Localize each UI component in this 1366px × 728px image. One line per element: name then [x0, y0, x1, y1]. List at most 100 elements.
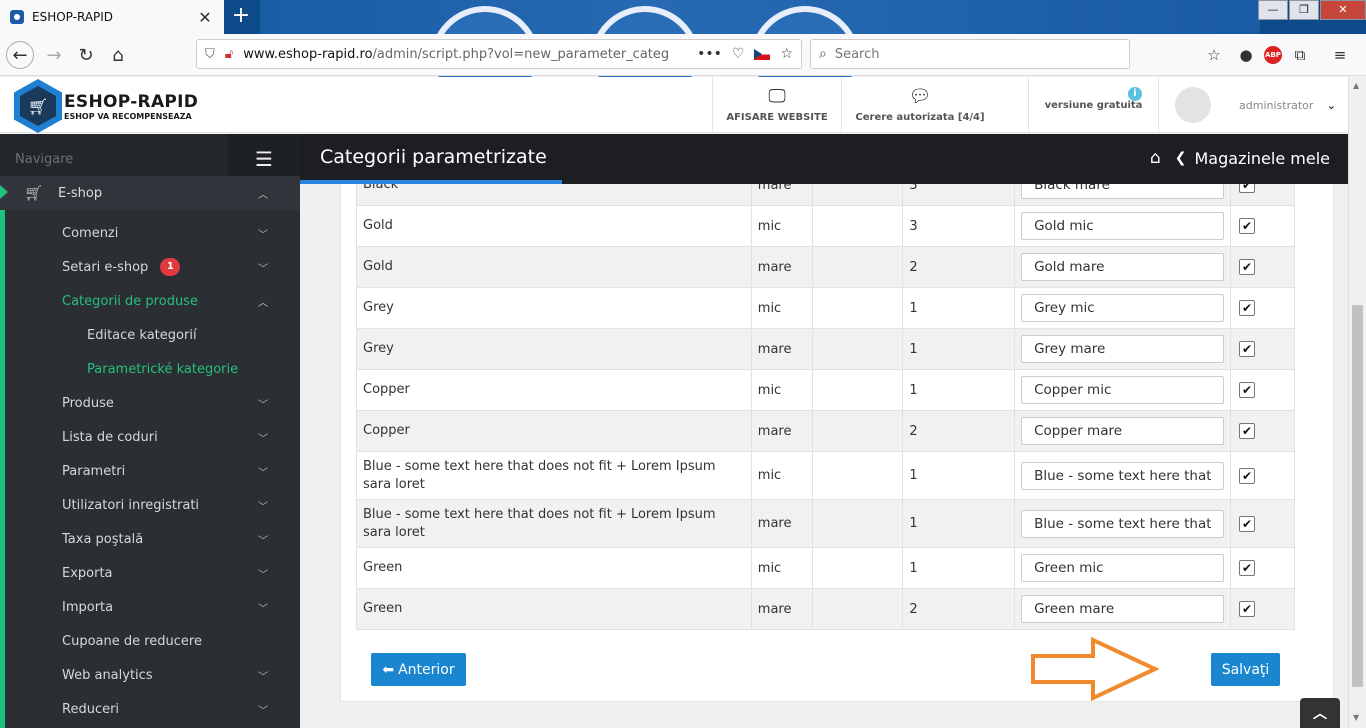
- forward-button[interactable]: →: [40, 41, 68, 69]
- sidebar-item[interactable]: Categorii de produse ︿: [0, 284, 300, 318]
- sidebar-item[interactable]: Editace kategorií: [0, 318, 300, 352]
- parameter-value-input[interactable]: [1021, 595, 1225, 623]
- url-bar[interactable]: ⛉ 🔓︎ www.eshop-rapid.ro/admin/script.php…: [196, 39, 802, 69]
- tab-title: ESHOP-RAPID: [32, 10, 114, 24]
- quantity-cell: 1: [902, 451, 1016, 500]
- sidebar-item[interactable]: Produse ﹀: [0, 386, 300, 420]
- enabled-checkbox[interactable]: ✔: [1239, 423, 1256, 439]
- sidebar-item[interactable]: Cupoane de reducere: [0, 624, 300, 658]
- home-icon[interactable]: ⌂: [1150, 148, 1161, 168]
- maximize-button[interactable]: ❐: [1289, 0, 1319, 20]
- reload-button[interactable]: ↻: [72, 41, 100, 69]
- parameter-value-input[interactable]: [1021, 417, 1225, 445]
- scrollbar-thumb[interactable]: [1352, 305, 1363, 687]
- sidebar-item[interactable]: Comenzi ﹀: [0, 216, 300, 250]
- close-tab-icon[interactable]: ✕: [196, 8, 214, 27]
- checkbox-cell: ✔: [1230, 451, 1295, 500]
- previous-button[interactable]: ⬅ Anterior: [371, 653, 466, 686]
- empty-cell: [811, 287, 904, 329]
- checkbox-cell: ✔: [1230, 588, 1295, 630]
- adblock-icon[interactable]: ABP: [1264, 46, 1282, 64]
- version-status[interactable]: i versiune gratuita: [1028, 77, 1158, 133]
- empty-cell: [811, 328, 904, 370]
- parameter-value-input[interactable]: [1021, 335, 1225, 363]
- enabled-checkbox[interactable]: ✔: [1239, 218, 1256, 234]
- reading-list-icon[interactable]: ☆: [1200, 41, 1228, 69]
- cart-icon: 🛒︎: [24, 184, 44, 202]
- parameter-value-input[interactable]: [1021, 212, 1225, 240]
- bookmark-star-icon[interactable]: ☆: [780, 46, 793, 62]
- sidebar-item[interactable]: Web analytics ﹀: [0, 658, 300, 692]
- page-scrollbar[interactable]: ▲ ▼: [1348, 77, 1366, 728]
- empty-cell: [811, 451, 904, 500]
- search-bar[interactable]: ⌕: [810, 39, 1130, 69]
- empty-cell: [811, 588, 904, 630]
- checkbox-cell: ✔: [1230, 547, 1295, 589]
- enabled-checkbox[interactable]: ✔: [1239, 341, 1256, 357]
- shield-icon[interactable]: ⛉: [205, 47, 215, 62]
- sidebar-pointer: [0, 185, 8, 199]
- page-actions-button[interactable]: •••: [697, 46, 722, 62]
- enabled-checkbox[interactable]: ✔: [1239, 601, 1256, 617]
- scroll-to-top-button[interactable]: ︿: [1300, 698, 1340, 728]
- parameter-value-input[interactable]: [1021, 184, 1225, 199]
- sidebar-item[interactable]: Parametri ﹀: [0, 454, 300, 488]
- eshop-logo[interactable]: 🛒︎ ESHOP-RAPID ESHOP VA RECOMPENSEAZA: [14, 79, 198, 133]
- sidebar-item[interactable]: Exporta ﹀: [0, 556, 300, 590]
- color-name-cell: Gold: [356, 246, 752, 288]
- sidebar-item[interactable]: Setari e-shop 1 ﹀: [0, 250, 300, 284]
- user-menu[interactable]: administrator ⌄: [1158, 77, 1366, 133]
- browser-tab[interactable]: ESHOP-RAPID ✕: [0, 0, 224, 34]
- menu-icon[interactable]: ≡: [1326, 41, 1354, 69]
- enabled-checkbox[interactable]: ✔: [1239, 467, 1256, 484]
- checkbox-cell: ✔: [1230, 287, 1295, 329]
- sidebar-item[interactable]: Parametrické kategorie: [0, 352, 300, 386]
- minimize-button[interactable]: —: [1258, 0, 1288, 20]
- logo-name: ESHOP-RAPID: [64, 91, 199, 112]
- parameter-value-input[interactable]: [1021, 461, 1225, 490]
- site-header: 🛒︎ ESHOP-RAPID ESHOP VA RECOMPENSEAZA 🖵︎…: [0, 77, 1366, 133]
- info-icon[interactable]: i: [1128, 87, 1142, 101]
- home-button[interactable]: ⌂: [104, 41, 132, 69]
- parameter-value-input[interactable]: [1021, 294, 1225, 322]
- sidebar-item-eshop[interactable]: 🛒︎ E-shop ︿: [0, 176, 300, 210]
- value-input-cell: [1014, 328, 1232, 370]
- account-icon[interactable]: ●: [1232, 41, 1260, 69]
- search-input[interactable]: [834, 46, 1121, 62]
- extension-icon[interactable]: ⧉: [1286, 41, 1314, 69]
- color-name-cell: Blue - some text here that does not fit …: [356, 499, 752, 548]
- back-button[interactable]: ←: [6, 41, 34, 69]
- parameter-value-input[interactable]: [1021, 554, 1225, 582]
- parameter-value-input[interactable]: [1021, 509, 1225, 538]
- new-tab-button[interactable]: +: [228, 4, 254, 30]
- enabled-checkbox[interactable]: ✔: [1239, 515, 1256, 532]
- sidebar-item[interactable]: Reduceri ﹀: [0, 692, 300, 726]
- view-website-button[interactable]: 🖵︎ AFISARE WEBSITE: [712, 77, 841, 133]
- parameter-value-input[interactable]: [1021, 253, 1225, 281]
- url-text[interactable]: www.eshop-rapid.ro/admin/script.php?vol=…: [243, 47, 687, 62]
- enabled-checkbox[interactable]: ✔: [1239, 560, 1256, 576]
- table-row: Greenmare 2 ✔: [356, 588, 1295, 630]
- chevron-down-icon: ﹀: [258, 705, 268, 717]
- empty-cell: [811, 369, 904, 411]
- enabled-checkbox[interactable]: ✔: [1239, 259, 1256, 275]
- sidebar-item[interactable]: Utilizatori inregistrati ﹀: [0, 488, 300, 522]
- breadcrumb-my-shops[interactable]: Magazinele mele: [1195, 149, 1331, 168]
- chevron-down-icon[interactable]: ⌄: [1327, 99, 1336, 112]
- czech-flag-icon[interactable]: [754, 48, 771, 60]
- pocket-icon[interactable]: ♡: [732, 46, 745, 62]
- authorization-requests-button[interactable]: 💬︎ Cerere autorizata [4/4]: [841, 77, 998, 133]
- enabled-checkbox[interactable]: ✔: [1239, 184, 1256, 193]
- breadcrumb: ⌂ ❮ Magazinele mele: [1150, 148, 1330, 168]
- save-button[interactable]: Salvaţi: [1211, 653, 1280, 686]
- enabled-checkbox[interactable]: ✔: [1239, 300, 1256, 316]
- chevron-left-icon[interactable]: ❮: [1175, 150, 1187, 166]
- sidebar-item[interactable]: Lista de coduri ﹀: [0, 420, 300, 454]
- avatar[interactable]: [1175, 87, 1211, 123]
- close-window-button[interactable]: ✕: [1320, 0, 1366, 20]
- sidebar-item[interactable]: Taxa poştală ﹀: [0, 522, 300, 556]
- parameter-value-input[interactable]: [1021, 376, 1225, 404]
- insecure-lock-icon[interactable]: 🔓︎: [225, 47, 233, 62]
- sidebar-item[interactable]: Importa ﹀: [0, 590, 300, 624]
- enabled-checkbox[interactable]: ✔: [1239, 382, 1256, 398]
